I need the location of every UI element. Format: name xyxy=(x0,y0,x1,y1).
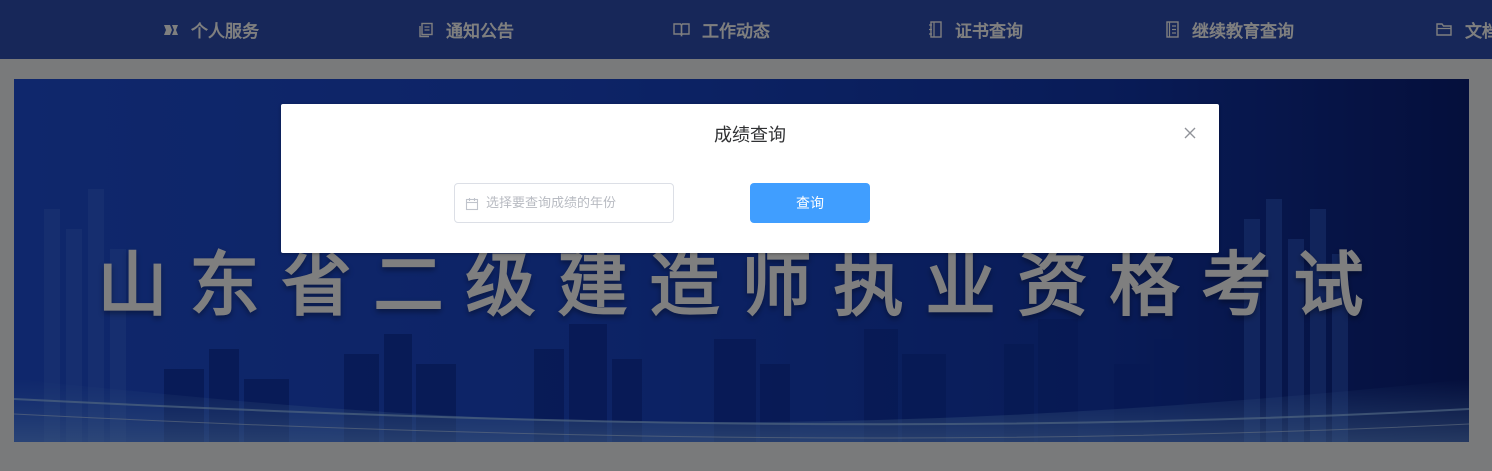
score-query-dialog: 成绩查询 查询 xyxy=(281,104,1219,253)
close-icon[interactable] xyxy=(1183,125,1197,139)
dialog-title: 成绩查询 xyxy=(714,125,786,146)
page: 个人服务 通知公告 工作动态 xyxy=(0,0,1492,471)
calendar-icon xyxy=(465,196,479,211)
year-picker[interactable] xyxy=(454,183,674,223)
query-button[interactable]: 查询 xyxy=(750,183,870,223)
year-input[interactable] xyxy=(486,195,666,211)
